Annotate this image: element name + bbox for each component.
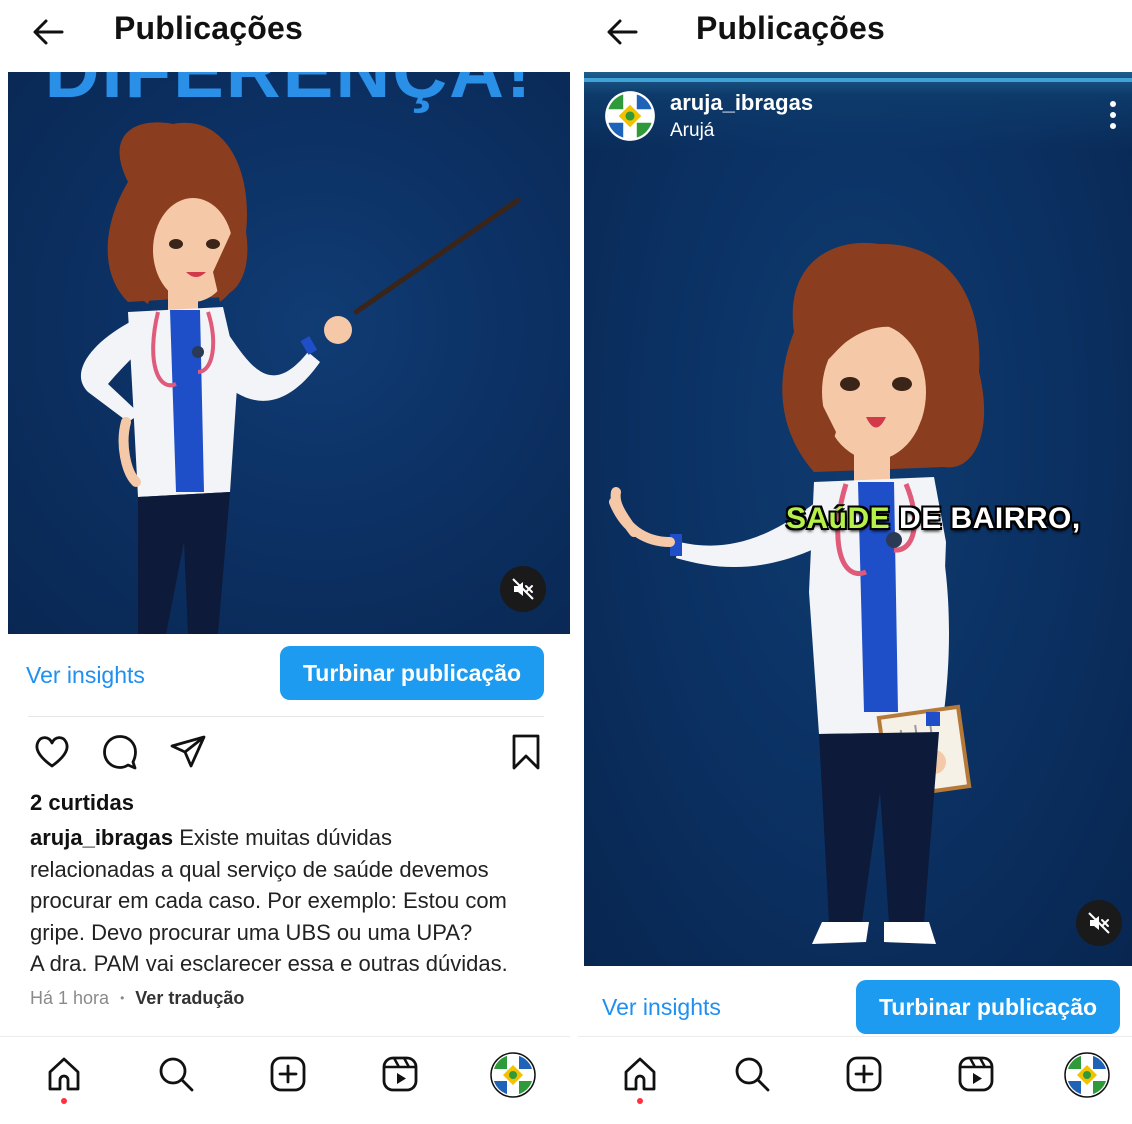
post-caption: aruja_ibragas Existe muitas dúvidas rela…	[30, 822, 550, 980]
see-translation-link[interactable]: Ver tradução	[135, 988, 244, 1008]
create-icon[interactable]	[268, 1054, 308, 1094]
divider	[28, 716, 544, 717]
speaker-muted-icon	[1088, 912, 1110, 934]
search-icon[interactable]	[732, 1054, 772, 1094]
subtitle-highlight: SAúDE	[786, 502, 891, 535]
home-icon[interactable]	[620, 1054, 660, 1094]
screen-divider	[570, 0, 578, 1124]
bookmark-icon[interactable]	[506, 732, 546, 772]
search-icon[interactable]	[156, 1054, 196, 1094]
page-title: Publicações	[114, 10, 303, 46]
home-notification-dot	[61, 1098, 67, 1104]
caption-line: gripe. Devo procurar uma UBS ou uma UPA?	[30, 919, 473, 945]
home-notification-dot	[637, 1098, 643, 1104]
post-video[interactable]: DIFERENÇA!	[8, 72, 570, 634]
meta-dot: •	[120, 991, 125, 1005]
caption-username[interactable]: aruja_ibragas	[30, 825, 173, 850]
nav-divider	[578, 1036, 1132, 1037]
comment-icon[interactable]	[100, 732, 140, 772]
caption-line: aruja_ibragas Existe muitas dúvidas	[30, 825, 392, 850]
mute-button[interactable]	[500, 566, 546, 612]
mute-button[interactable]	[1076, 900, 1122, 946]
post-screen-left: Publicações DIFERENÇA!	[0, 0, 570, 1124]
likes-count[interactable]: 2 curtidas	[30, 790, 134, 816]
video-subtitle: SAúDE DE BAIRRO,	[786, 502, 1081, 536]
home-icon[interactable]	[44, 1054, 84, 1094]
subtitle-text: DE BAIRRO,	[890, 502, 1081, 535]
top-bar: Publicações	[578, 0, 1132, 64]
profile-avatar[interactable]	[490, 1052, 536, 1098]
reels-icon[interactable]	[380, 1054, 420, 1094]
view-insights-link[interactable]: Ver insights	[602, 994, 721, 1021]
bottom-nav	[0, 1040, 570, 1124]
doctor-illustration	[80, 122, 521, 634]
back-arrow-icon[interactable]	[602, 12, 642, 52]
caption-line: relacionadas a qual serviço de saúde dev…	[30, 856, 489, 882]
view-insights-link[interactable]: Ver insights	[26, 662, 145, 689]
page-title: Publicações	[696, 10, 885, 46]
reel-video[interactable]: aruja_ibragas Arujá SAúDE DE BAIRRO,	[584, 72, 1132, 966]
caption-line: A dra. PAM vai esclarecer essa e outras …	[30, 951, 508, 976]
top-bar: Publicações	[0, 0, 570, 64]
heart-icon[interactable]	[32, 732, 72, 772]
bottom-nav	[578, 1040, 1132, 1124]
send-icon[interactable]	[168, 732, 208, 772]
reels-icon[interactable]	[956, 1054, 996, 1094]
back-arrow-icon[interactable]	[28, 12, 68, 52]
reel-screen-right: Publicações aruja_ibragas Arujá SAúDE DE…	[578, 0, 1132, 1124]
nav-divider	[0, 1036, 570, 1037]
profile-avatar[interactable]	[1064, 1052, 1110, 1098]
speaker-muted-icon	[512, 578, 534, 600]
post-meta: Há 1 hora • Ver tradução	[30, 988, 244, 1009]
boost-post-button[interactable]: Turbinar publicação	[280, 646, 544, 700]
post-time: Há 1 hora	[30, 988, 110, 1008]
caption-line: procurar em cada caso. Por exemplo: Esto…	[30, 888, 507, 913]
create-icon[interactable]	[844, 1054, 884, 1094]
boost-post-button[interactable]: Turbinar publicação	[856, 980, 1120, 1034]
